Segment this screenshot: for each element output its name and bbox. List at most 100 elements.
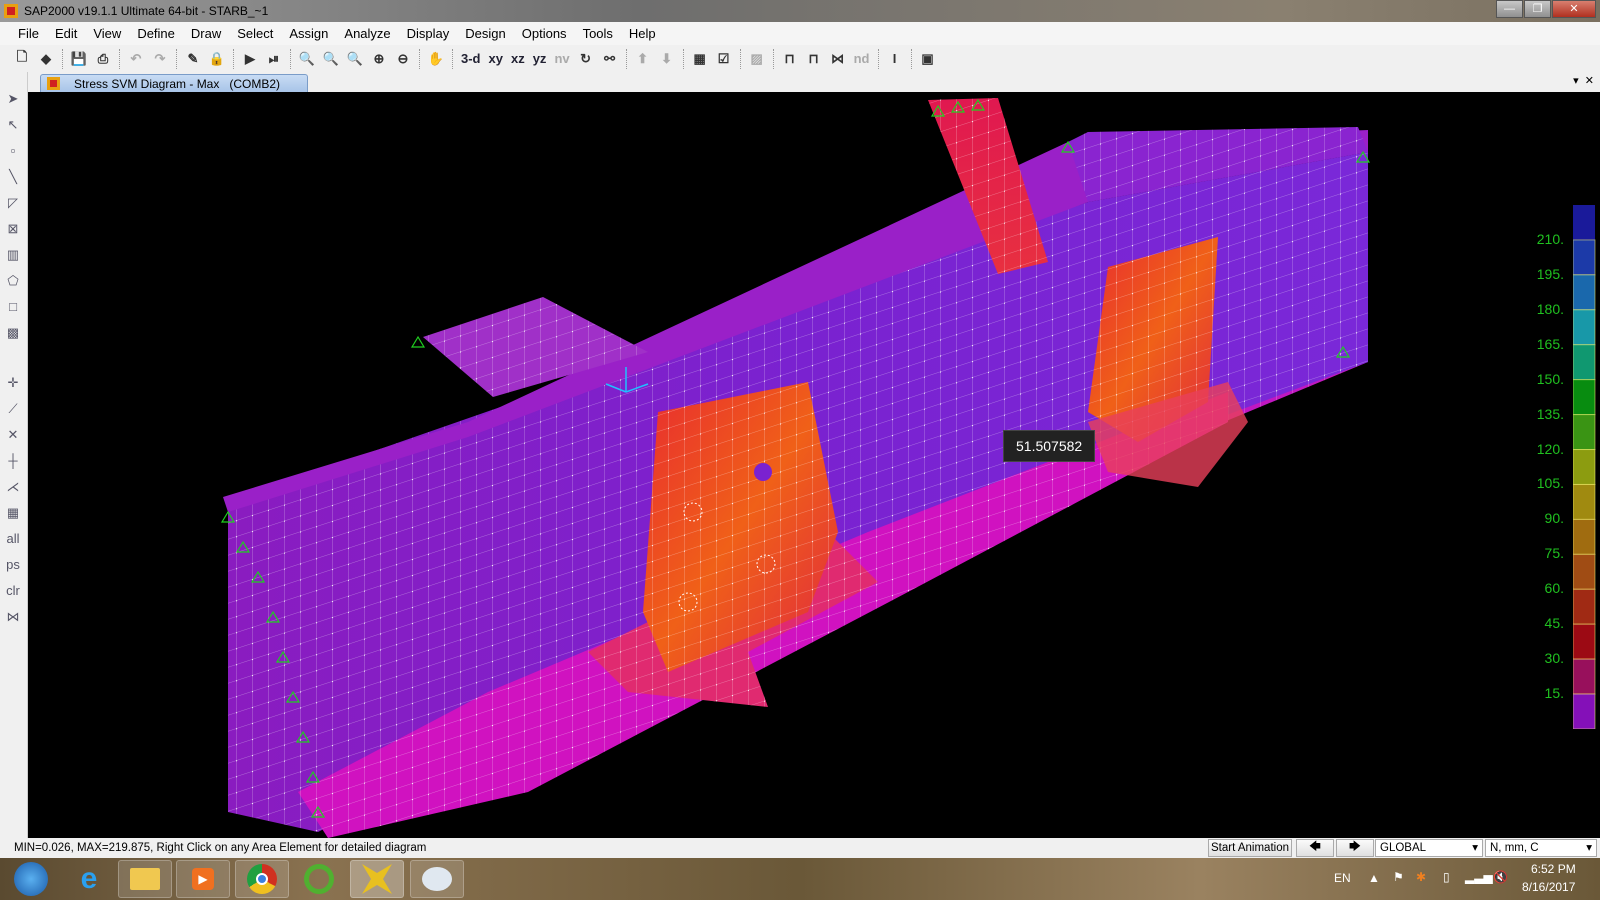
- menu-help[interactable]: Help: [621, 26, 664, 41]
- volume-muted-icon[interactable]: 🔇: [1493, 870, 1508, 884]
- previous-button[interactable]: 🡄: [1296, 839, 1334, 857]
- clock-date[interactable]: 8/16/2017: [1522, 880, 1575, 894]
- close-button[interactable]: ✕: [1552, 0, 1596, 18]
- draw-rect-area-icon[interactable]: □: [3, 296, 23, 318]
- legend-label: 75.: [1544, 545, 1564, 562]
- taskbar-paint[interactable]: [410, 860, 464, 898]
- draw-frame-icon[interactable]: ╲: [3, 166, 23, 188]
- draw-poly-area-icon[interactable]: ⬠: [3, 270, 23, 292]
- draw-brace-icon[interactable]: ◸: [3, 192, 23, 214]
- next-button[interactable]: 🡆: [1336, 839, 1374, 857]
- zoom-out-icon[interactable]: ⊖: [393, 49, 413, 69]
- snap-intersect-icon[interactable]: ✕: [3, 424, 23, 446]
- intersect-select-icon[interactable]: ⋈: [3, 606, 23, 628]
- moment-diagram-icon[interactable]: ⋈: [828, 49, 848, 69]
- zoom-prev-icon[interactable]: 🔍: [345, 49, 365, 69]
- new-file-icon[interactable]: 🗋: [12, 49, 32, 69]
- stress-contour-model[interactable]: [28, 92, 1600, 838]
- view-xy-button[interactable]: xy: [487, 49, 505, 69]
- reshape-icon[interactable]: ↖: [3, 114, 23, 136]
- minimize-button[interactable]: —: [1496, 0, 1523, 18]
- frame-forces-icon[interactable]: ⊓: [804, 49, 824, 69]
- avast-icon[interactable]: ✱: [1416, 870, 1426, 884]
- menu-analyze[interactable]: Analyze: [336, 26, 398, 41]
- snap-points-icon[interactable]: ✛: [3, 372, 23, 394]
- select-all-icon[interactable]: all: [3, 528, 23, 550]
- run-icon[interactable]: ▶: [240, 49, 260, 69]
- draw-point-icon[interactable]: ▫: [3, 140, 23, 162]
- run-analysis-icon[interactable]: ⏯: [264, 49, 284, 69]
- taskbar-coccoc[interactable]: [292, 860, 346, 898]
- perspective-icon[interactable]: ⚯: [600, 49, 620, 69]
- snap-lines-icon[interactable]: ⋌: [3, 476, 23, 498]
- coord-system-select[interactable]: GLOBAL: [1375, 839, 1483, 857]
- zoom-in-icon[interactable]: ⊕: [369, 49, 389, 69]
- undo-icon[interactable]: ↶: [126, 49, 146, 69]
- taskbar-file-explorer[interactable]: [118, 860, 172, 898]
- menu-define[interactable]: Define: [129, 26, 183, 41]
- zoom-restore-icon[interactable]: 🔍: [321, 49, 341, 69]
- move-up-icon[interactable]: ⬆: [633, 49, 653, 69]
- zoom-window-icon[interactable]: 🔍: [297, 49, 317, 69]
- pointer-icon[interactable]: ➤: [3, 88, 23, 110]
- menu-tools[interactable]: Tools: [575, 26, 621, 41]
- display-options-icon[interactable]: ▨: [747, 49, 767, 69]
- menu-design[interactable]: Design: [457, 26, 513, 41]
- view-nv-button[interactable]: nv: [552, 49, 571, 69]
- tab-close-icon[interactable]: ✕: [1585, 75, 1594, 87]
- area-icon[interactable]: ▣: [918, 49, 938, 69]
- previous-select-icon[interactable]: ps: [3, 554, 23, 576]
- save-icon[interactable]: 💾: [69, 49, 89, 69]
- taskbar-media-player[interactable]: ▶: [176, 860, 230, 898]
- view-yz-button[interactable]: yz: [531, 49, 549, 69]
- legend-band: [1573, 658, 1596, 695]
- frame-icon[interactable]: ⊓: [780, 49, 800, 69]
- pan-icon[interactable]: ✋: [426, 49, 446, 69]
- view-3d-button[interactable]: 3-d: [459, 49, 483, 69]
- quick-area-icon[interactable]: ▩: [3, 322, 23, 344]
- section-icon[interactable]: I: [885, 49, 905, 69]
- clock-time[interactable]: 6:52 PM: [1531, 862, 1576, 876]
- battery-icon[interactable]: ▯: [1443, 870, 1450, 884]
- show-hidden-icons[interactable]: ▲: [1368, 871, 1380, 885]
- menu-edit[interactable]: Edit: [47, 26, 85, 41]
- view-nd-button[interactable]: nd: [852, 49, 872, 69]
- snap-ends-icon[interactable]: ⟋: [3, 398, 23, 420]
- menu-select[interactable]: Select: [229, 26, 281, 41]
- pencil-icon[interactable]: ✎: [183, 49, 203, 69]
- taskbar-chrome[interactable]: [235, 860, 289, 898]
- tab-stress-diagram[interactable]: Stress SVM Diagram - Max (COMB2): [40, 74, 308, 92]
- language-indicator[interactable]: EN: [1334, 871, 1351, 885]
- print-icon[interactable]: ⎙: [93, 49, 113, 69]
- menu-file[interactable]: File: [10, 26, 47, 41]
- draw-cross-icon[interactable]: ⊠: [3, 218, 23, 240]
- menu-options[interactable]: Options: [514, 26, 575, 41]
- maximize-button[interactable]: ❐: [1524, 0, 1551, 18]
- taskbar-sap2000[interactable]: [350, 860, 404, 898]
- action-center-flag-icon[interactable]: ⚑: [1393, 870, 1404, 884]
- tab-dropdown-icon[interactable]: ▾: [1573, 75, 1579, 87]
- snap-perpendicular-icon[interactable]: ┼: [3, 450, 23, 472]
- legend-label: 30.: [1544, 650, 1564, 667]
- start-button[interactable]: [4, 860, 58, 898]
- model-viewport[interactable]: 51.507582 210. 195. 180. 165. 150. 135. 120. 10…: [28, 92, 1600, 838]
- menu-display[interactable]: Display: [399, 26, 458, 41]
- redo-icon[interactable]: ↷: [150, 49, 170, 69]
- check-icon[interactable]: ☑: [714, 49, 734, 69]
- units-select[interactable]: N, mm, C: [1485, 839, 1597, 857]
- view-xz-button[interactable]: xz: [509, 49, 527, 69]
- rotate-icon[interactable]: ↻: [576, 49, 596, 69]
- draw-section-icon[interactable]: ▥: [3, 244, 23, 266]
- move-down-icon[interactable]: ⬇: [657, 49, 677, 69]
- lock-icon[interactable]: 🔒: [207, 49, 227, 69]
- snap-grid-icon[interactable]: ▦: [3, 502, 23, 524]
- object-shrink-icon[interactable]: ▦: [690, 49, 710, 69]
- taskbar-internet-explorer[interactable]: e: [62, 860, 116, 898]
- open-icon[interactable]: ◆: [36, 49, 56, 69]
- menu-assign[interactable]: Assign: [281, 26, 336, 41]
- menu-view[interactable]: View: [85, 26, 129, 41]
- network-icon[interactable]: ▂▃▅: [1465, 870, 1493, 884]
- menu-draw[interactable]: Draw: [183, 26, 229, 41]
- clear-select-icon[interactable]: clr: [3, 580, 23, 602]
- start-animation-button[interactable]: Start Animation: [1208, 839, 1292, 857]
